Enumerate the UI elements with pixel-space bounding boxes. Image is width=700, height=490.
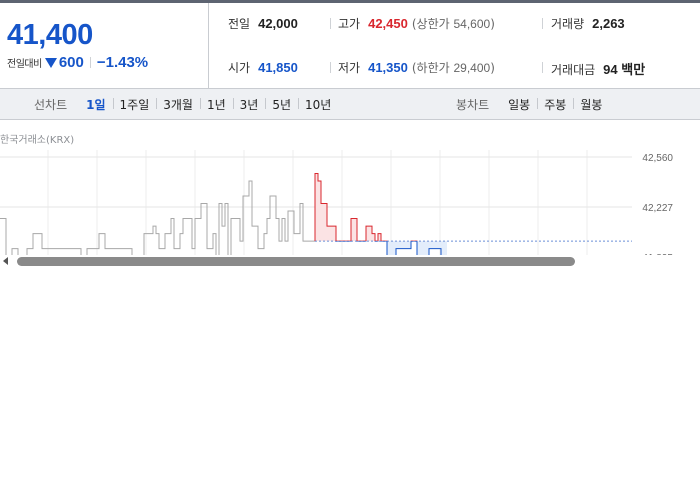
tab-1day[interactable]: 1일 [79, 96, 112, 113]
stat-label: 전일 [228, 17, 251, 31]
line-chart-label: 선차트 [34, 97, 68, 112]
candle-chart-tabs: 봉차트 일봉 주봉 월봉 [456, 89, 609, 119]
stock-summary: 41,400 전일대비 600 −1.43% 전일 42,000 고가 42,4… [0, 3, 700, 89]
stat-amount: 거래대금 94 백만 [551, 59, 645, 78]
tab-1week[interactable]: 1주일 [112, 96, 157, 113]
lower-limit-value: 29,400 [453, 61, 491, 75]
line-chart-tabs: 선차트 1일 1주일 3개월 1년 3년 5년 10년 [34, 89, 338, 119]
stat-prev-close: 전일 42,000 [228, 15, 298, 32]
stat-label: 거래대금 [551, 63, 596, 77]
stat-value: 42,000 [258, 16, 298, 31]
stat-value: 2,263 [592, 16, 625, 31]
divider [542, 62, 543, 73]
current-price: 41,400 [7, 19, 93, 51]
upper-limit: (상한가 54,600) [412, 15, 495, 32]
divider [330, 18, 331, 29]
change-label: 전일대비 [7, 59, 42, 70]
stat-label: 고가 [338, 17, 361, 31]
divider [542, 18, 543, 29]
stat-value: 94 백만 [603, 62, 646, 77]
tab-daily-candle[interactable]: 일봉 [501, 96, 537, 113]
data-source-label: 한국거래소(KRX) [0, 135, 75, 146]
lower-limit: (하한가 29,400) [412, 59, 495, 76]
y-tick-label: 42,227 [642, 203, 673, 214]
tab-monthly-candle[interactable]: 월봉 [573, 96, 609, 113]
current-price-box: 41,400 전일대비 600 −1.43% [0, 3, 209, 89]
stat-value: 42,450 [368, 16, 408, 31]
chart-scrollbar[interactable] [0, 255, 700, 268]
tab-3month[interactable]: 3개월 [156, 96, 200, 113]
intraday-line-chart: 42,56042,22741,895 [0, 150, 700, 256]
change-percent: −1.43% [96, 54, 149, 71]
change-value: 600 [58, 54, 84, 71]
stat-label: 거래량 [551, 17, 585, 31]
scroll-left-icon[interactable] [3, 257, 8, 265]
stat-volume: 거래량 2,263 [551, 15, 625, 32]
divider [89, 57, 91, 68]
lower-limit-label: (하한가 [411, 61, 450, 75]
chart-svg: 42,56042,22741,895 [0, 150, 673, 256]
lower-limit-close: ) [490, 61, 495, 75]
divider [330, 62, 331, 73]
upper-limit-label: (상한가 [411, 17, 450, 31]
down-triangle-icon [44, 57, 57, 68]
stat-label: 저가 [338, 61, 361, 75]
chart-tab-bar: 선차트 1일 1주일 3개월 1년 3년 5년 10년 봉차트 일봉 주봉 월봉 [0, 89, 700, 120]
tab-5year[interactable]: 5년 [265, 96, 298, 113]
tab-weekly-candle[interactable]: 주봉 [537, 96, 573, 113]
area-fill-down [315, 241, 447, 256]
series-line-grey [0, 173, 316, 256]
stat-high: 고가 42,450 (상한가 54,600) [338, 15, 495, 32]
upper-limit-close: ) [490, 17, 495, 31]
stat-open: 시가 41,850 [228, 59, 298, 76]
tab-3year[interactable]: 3년 [232, 96, 266, 113]
tab-1year[interactable]: 1년 [199, 96, 233, 113]
y-tick-label: 42,560 [642, 153, 673, 164]
stat-value: 41,850 [258, 60, 298, 75]
scroll-thumb[interactable] [17, 257, 575, 266]
tab-10year[interactable]: 10년 [298, 96, 338, 113]
stat-low: 저가 41,350 (하한가 29,400) [338, 59, 495, 76]
stat-label: 시가 [228, 61, 251, 75]
stat-value: 41,350 [368, 60, 408, 75]
upper-limit-value: 54,600 [453, 17, 491, 31]
change-line: 전일대비 600 −1.43% [7, 54, 148, 71]
candle-chart-label: 봉차트 [456, 97, 490, 112]
